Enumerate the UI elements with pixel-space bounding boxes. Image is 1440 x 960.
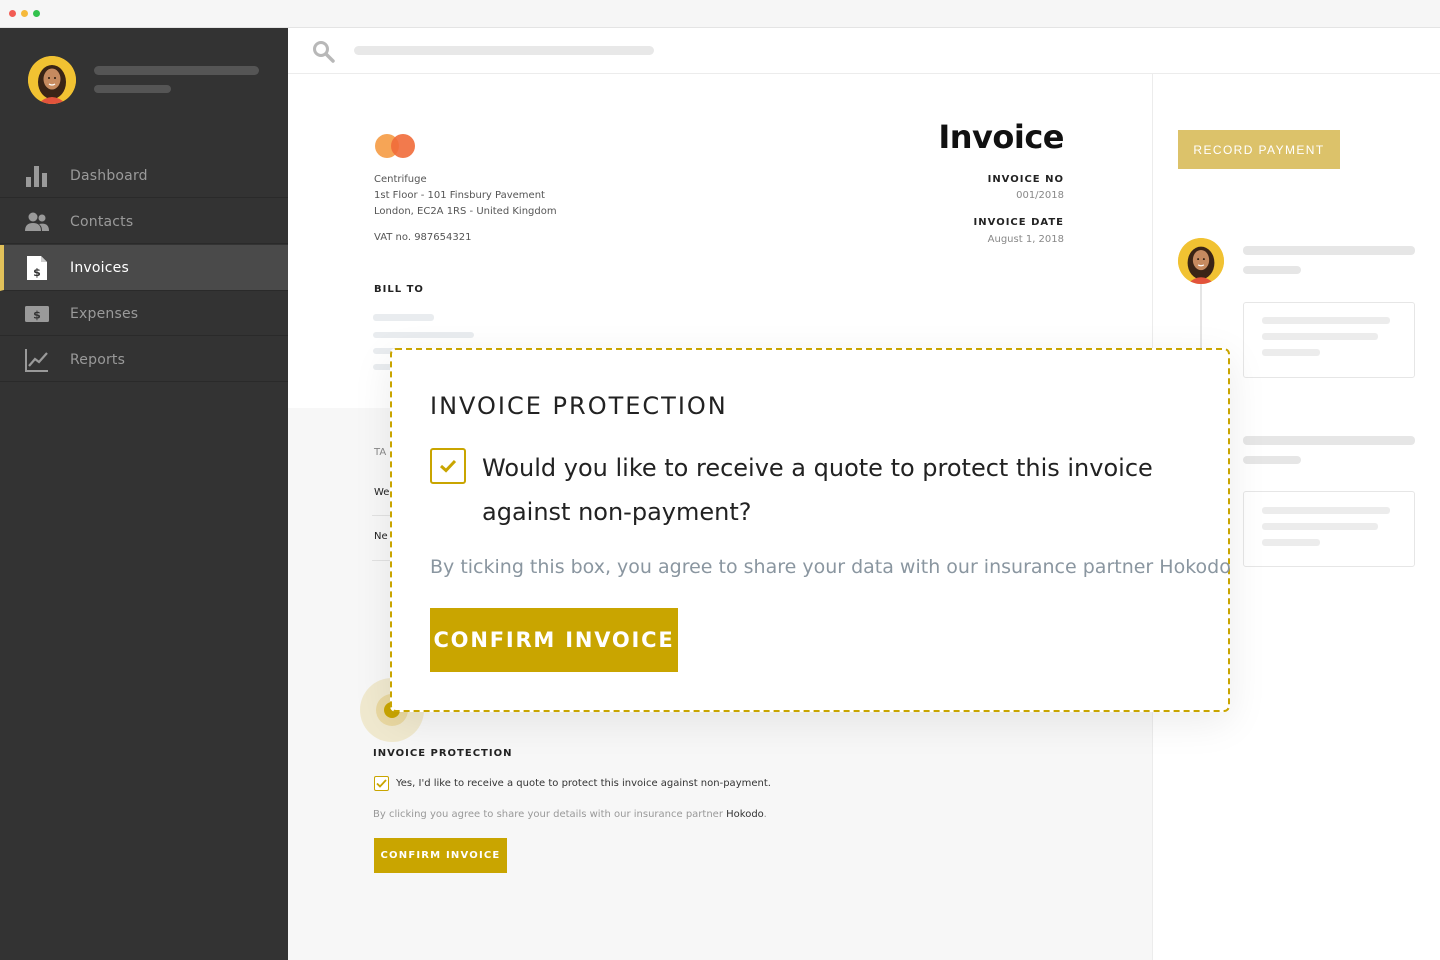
record-payment-button[interactable]: RECORD PAYMENT — [1178, 130, 1340, 169]
table-divider — [372, 515, 392, 516]
disclaimer-text: By clicking you agree to share your deta… — [373, 809, 727, 820]
profile-name-placeholder — [94, 66, 259, 75]
sidebar-item-label: Dashboard — [70, 167, 148, 184]
top-search-bar — [288, 28, 1440, 74]
window-maximize-icon[interactable] — [33, 10, 40, 17]
window-titlebar — [0, 0, 1440, 28]
activity-card — [1243, 302, 1415, 378]
callout-question: Would you like to receive a quote to pro… — [482, 454, 1153, 526]
invoice-no-value: 001/2018 — [1016, 190, 1064, 201]
invoice-date-value: August 1, 2018 — [987, 234, 1064, 245]
bill-to-address-placeholder — [373, 332, 474, 338]
partner-name: Hokodo — [726, 809, 764, 820]
invoice-document-icon: $ — [24, 255, 50, 281]
table-header-fragment: TA — [374, 447, 387, 458]
company-address: Centrifuge 1st Floor - 101 Finsbury Pave… — [374, 172, 557, 220]
disclaimer-suffix: . — [763, 809, 767, 820]
table-row: Ne — [374, 531, 388, 542]
callout-protection-checkbox[interactable] — [430, 448, 466, 484]
checkmark-icon — [376, 779, 387, 788]
cash-icon: $ — [24, 301, 50, 327]
invoice-protection-callout: INVOICE PROTECTION Would you like to rec… — [390, 348, 1231, 712]
company-address-line2: London, EC2A 1RS - United Kingdom — [374, 206, 557, 217]
line-chart-icon — [24, 347, 50, 373]
vat-number: VAT no. 987654321 — [374, 232, 472, 243]
avatar-portrait-icon — [1178, 238, 1224, 284]
sidebar-item-dashboard[interactable]: Dashboard — [0, 154, 288, 198]
invoice-protection-heading: INVOICE PROTECTION — [373, 748, 513, 759]
sidebar-item-expenses[interactable]: $ Expenses — [0, 292, 288, 336]
invoice-no-label: INVOICE NO — [987, 174, 1064, 185]
bar-chart-icon — [24, 163, 50, 189]
user-avatar[interactable] — [28, 56, 76, 104]
bill-to-label: BILL TO — [374, 284, 424, 295]
svg-text:$: $ — [33, 308, 41, 321]
invoice-protection-disclaimer: By clicking you agree to share your deta… — [373, 809, 767, 820]
invoice-title: Invoice — [938, 118, 1064, 156]
checkmark-icon — [439, 459, 457, 473]
sidebar-item-label: Expenses — [70, 305, 139, 322]
search-input[interactable] — [354, 46, 654, 55]
sidebar-item-reports[interactable]: Reports — [0, 338, 288, 382]
sidebar-item-invoices[interactable]: $ Invoices — [0, 245, 288, 291]
activity-avatar — [1178, 238, 1224, 284]
table-divider — [372, 560, 392, 561]
sidebar-item-contacts[interactable]: Contacts — [0, 200, 288, 244]
company-name: Centrifuge — [374, 174, 427, 185]
confirm-invoice-button[interactable]: CONFIRM INVOICE — [374, 838, 507, 873]
sidebar-item-label: Invoices — [70, 259, 129, 276]
search-icon[interactable] — [312, 40, 336, 64]
callout-disclaimer: By ticking this box, you agree to share … — [430, 556, 1231, 578]
invoice-protection-checkbox[interactable] — [374, 776, 389, 791]
activity-title-placeholder — [1243, 246, 1415, 255]
avatar-portrait-icon — [28, 56, 76, 104]
callout-heading: INVOICE PROTECTION — [430, 392, 728, 420]
sidebar-item-label: Reports — [70, 351, 126, 368]
profile-email-placeholder — [94, 85, 171, 93]
invoice-date-label: INVOICE DATE — [973, 217, 1064, 228]
company-logo — [374, 132, 418, 160]
table-row: We — [374, 487, 390, 498]
sidebar-item-label: Contacts — [70, 213, 134, 230]
window-minimize-icon[interactable] — [21, 10, 28, 17]
sidebar: Dashboard Contacts $ Invoices $ Expenses… — [0, 28, 288, 960]
invoice-protection-question: Yes, I'd like to receive a quote to prot… — [396, 778, 771, 789]
bill-to-name-placeholder — [373, 314, 434, 321]
activity-subtitle-placeholder — [1243, 456, 1301, 464]
people-icon — [24, 209, 50, 235]
company-address-line1: 1st Floor - 101 Finsbury Pavement — [374, 190, 545, 201]
activity-title-placeholder — [1243, 436, 1415, 445]
svg-text:$: $ — [33, 266, 41, 279]
activity-subtitle-placeholder — [1243, 266, 1301, 274]
window-close-icon[interactable] — [9, 10, 16, 17]
callout-confirm-invoice-button[interactable]: CONFIRM INVOICE — [430, 608, 678, 672]
activity-card — [1243, 491, 1415, 567]
